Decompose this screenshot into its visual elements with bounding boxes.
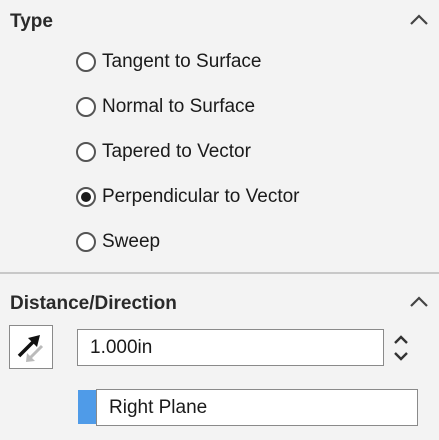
- radio-label: Normal to Surface: [102, 96, 256, 117]
- direction-reference-field[interactable]: Right Plane: [96, 389, 418, 426]
- type-section-title: Type: [10, 11, 53, 32]
- distance-value: 1.000in: [90, 336, 153, 358]
- radio-option-perpendicular-to-vector[interactable]: Perpendicular to Vector: [76, 182, 300, 212]
- radio-option-sweep[interactable]: Sweep: [76, 227, 160, 257]
- radio-button[interactable]: [76, 142, 96, 162]
- distance-input[interactable]: 1.000in: [77, 329, 384, 366]
- reverse-direction-button[interactable]: [9, 325, 53, 369]
- reverse-direction-icon: [17, 335, 44, 362]
- radio-button[interactable]: [76, 232, 96, 252]
- radio-option-tangent-to-surface[interactable]: Tangent to Surface: [76, 47, 262, 77]
- radio-button[interactable]: [76, 52, 96, 72]
- type-section-header[interactable]: Type: [0, 0, 439, 40]
- radio-label: Tapered to Vector: [102, 141, 251, 162]
- reference-color-swatch: [78, 390, 96, 424]
- radio-label: Perpendicular to Vector: [102, 186, 300, 207]
- radio-option-tapered-to-vector[interactable]: Tapered to Vector: [76, 137, 251, 167]
- distance-section-header[interactable]: Distance/Direction: [0, 282, 439, 322]
- radio-button[interactable]: [76, 97, 96, 117]
- chevron-up-icon[interactable]: [407, 290, 431, 314]
- chevron-up-icon[interactable]: [407, 8, 431, 32]
- radio-button-selected[interactable]: [76, 187, 96, 207]
- radio-label: Sweep: [102, 231, 161, 252]
- distance-section-title: Distance/Direction: [10, 293, 177, 314]
- direction-reference-value: Right Plane: [109, 396, 208, 418]
- distance-spinner[interactable]: [387, 328, 415, 368]
- spin-up-icon: [394, 335, 408, 344]
- spin-down-icon: [394, 352, 408, 361]
- radio-option-normal-to-surface[interactable]: Normal to Surface: [76, 92, 255, 122]
- section-divider: [0, 272, 439, 274]
- radio-label: Tangent to Surface: [102, 51, 262, 72]
